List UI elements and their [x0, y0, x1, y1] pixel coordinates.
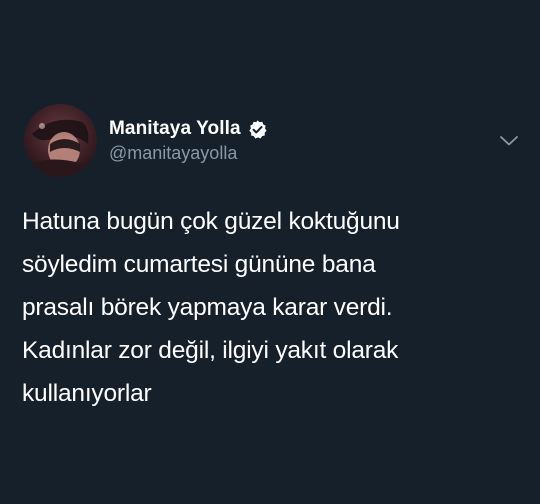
verified-badge-icon	[249, 119, 267, 139]
tweet-text-line: Kadınlar zor değil, ilgiyi yakıt olarak	[22, 337, 399, 364]
tweet-text-line: prasalı börek yapmaya karar verdi.	[22, 294, 393, 321]
author-handle[interactable]: @manitayayolla	[109, 143, 237, 164]
chevron-down-icon[interactable]	[498, 134, 520, 148]
tweet-card: Manitaya Yolla @manitayayolla Hatuna bug…	[0, 0, 540, 504]
tweet-text-line: kullanıyorlar	[22, 380, 152, 407]
tweet-text-line: söyledim cumartesi gününe bana	[22, 251, 376, 278]
tweet-text-line: Hatuna bugün çok güzel koktuğunu	[22, 208, 400, 235]
author-display-name[interactable]: Manitaya Yolla	[109, 118, 241, 140]
tweet-text: Hatuna bugün çok güzel koktuğunu söyledi…	[22, 200, 522, 415]
avatar-image	[24, 104, 97, 177]
author-name-row: Manitaya Yolla	[109, 117, 268, 141]
author-avatar[interactable]	[24, 104, 97, 177]
